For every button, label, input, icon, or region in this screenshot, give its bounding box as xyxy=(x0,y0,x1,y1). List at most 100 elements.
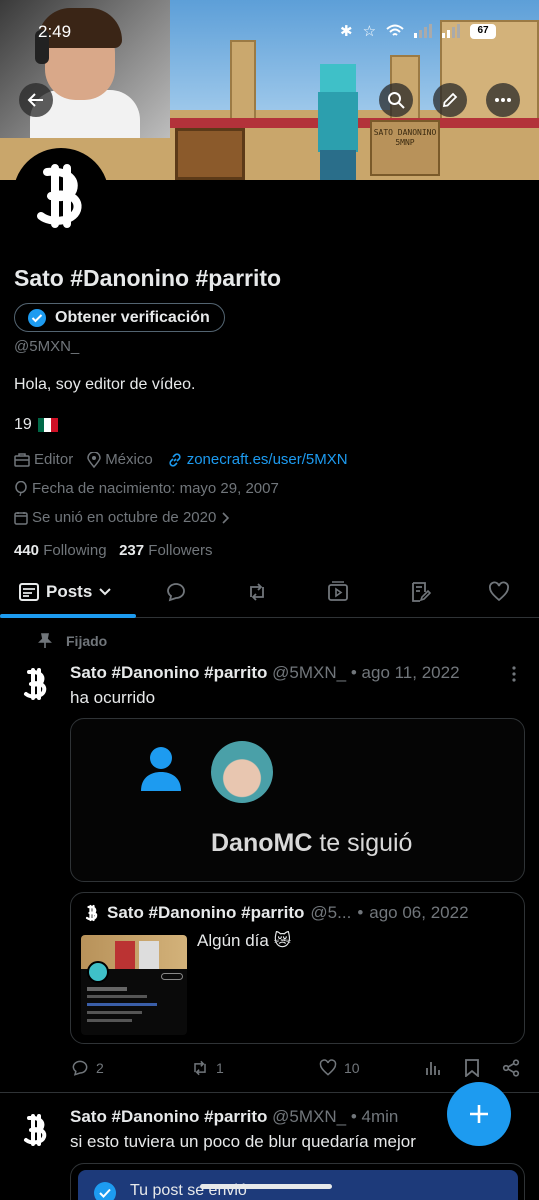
signal-icon-2 xyxy=(442,24,461,38)
tab-posts-label: Posts xyxy=(46,582,93,601)
posts-feed-icon xyxy=(19,583,39,601)
followers-count: 237 xyxy=(119,542,145,559)
profile-tabs: Posts xyxy=(0,572,539,618)
quote-avatar-icon xyxy=(85,904,98,922)
briefcase-icon xyxy=(14,452,30,467)
post-actions: 2 1 10 xyxy=(70,1056,530,1080)
follower-name: DanoMC xyxy=(211,829,313,857)
banner-character-head xyxy=(320,64,356,94)
profile-avatar[interactable] xyxy=(13,148,109,244)
quoted-post[interactable]: Sato #Danonino #parrito @5... • ago 06, … xyxy=(70,892,525,1044)
verified-badge-icon xyxy=(28,308,46,327)
thumb-avatar xyxy=(87,961,109,983)
quote-separator: • xyxy=(357,903,364,922)
share-button[interactable] xyxy=(502,1059,520,1077)
tab-media[interactable] xyxy=(326,580,350,604)
profile-birthday: Fecha de nacimiento: mayo 29, 2007 xyxy=(32,480,279,497)
check-circle-icon xyxy=(94,1182,116,1200)
profile-location: México xyxy=(105,451,153,468)
post-avatar[interactable] xyxy=(16,664,56,704)
signal-icon xyxy=(414,24,433,38)
location-pin-icon xyxy=(87,451,101,468)
search-button[interactable] xyxy=(379,83,413,117)
calendar-icon xyxy=(14,511,28,525)
back-button[interactable] xyxy=(19,83,53,117)
profile-meta-row: Editor México zonecraft.es/user/5MXN xyxy=(14,451,348,468)
balloon-icon xyxy=(15,480,27,496)
pencil-icon xyxy=(442,92,458,108)
banner-sign: SATO DANONINO 5MNP xyxy=(370,120,440,176)
quote-text: Algún día 😿 xyxy=(197,931,292,950)
post-text: ha ocurrido xyxy=(70,688,156,707)
search-icon xyxy=(388,92,405,109)
like-count: 10 xyxy=(344,1060,360,1076)
post-handle: @5MXN_ xyxy=(272,663,347,682)
follower-avatar xyxy=(211,741,273,803)
avatar-logo-icon xyxy=(37,164,82,228)
tab-likes[interactable] xyxy=(487,580,511,604)
home-indicator[interactable] xyxy=(200,1184,332,1189)
quote-handle: @5... xyxy=(310,903,352,922)
follow-notification: DanoMC te siguió xyxy=(211,829,412,858)
chevron-right-icon xyxy=(222,511,230,524)
mexico-flag-icon xyxy=(37,418,58,432)
age-value: 19 xyxy=(14,416,32,433)
more-options-button[interactable] xyxy=(486,83,520,117)
get-verified-button[interactable]: Obtener verificación xyxy=(14,303,225,332)
post-more-icon[interactable] xyxy=(512,666,516,682)
tab-reposts[interactable] xyxy=(245,580,269,604)
share-icon xyxy=(502,1059,520,1077)
following-count: 440 xyxy=(14,542,40,559)
post-author[interactable]: Sato #Danonino #parrito xyxy=(70,663,267,682)
chevron-down-icon xyxy=(99,588,112,596)
tab-posts[interactable]: Posts xyxy=(18,572,112,612)
avatar-logo-icon xyxy=(24,668,47,700)
banner-crafting-table xyxy=(175,128,245,180)
tab-articles[interactable] xyxy=(408,580,432,604)
following-label: Following xyxy=(43,542,107,559)
reply-button[interactable]: 2 xyxy=(70,1058,190,1078)
repost-button[interactable]: 1 xyxy=(190,1058,318,1078)
post-separator: • xyxy=(350,1107,362,1126)
bookmark-button[interactable] xyxy=(464,1059,502,1077)
follow-counts: 440 Following 237 Followers xyxy=(14,542,212,559)
thumb-line xyxy=(87,1019,132,1022)
pin-icon xyxy=(38,633,52,648)
repost-icon xyxy=(194,1060,206,1076)
post-text: si esto tuviera un poco de blur quedaría… xyxy=(70,1132,416,1151)
banner-pillar xyxy=(230,40,256,120)
follow-notification-text: te siguió xyxy=(319,829,413,857)
post-handle: @5MXN_ xyxy=(272,1107,347,1126)
battery-icon: 67 xyxy=(470,23,497,39)
post-header: Sato #Danonino #parrito @5MXN_ • 4min xyxy=(70,1107,398,1127)
post-media-image[interactable]: DanoMC te siguió xyxy=(70,718,525,882)
profile-handle: @5MXN_ xyxy=(14,338,80,355)
compose-post-button[interactable] xyxy=(447,1082,511,1146)
views-chart-icon xyxy=(426,1062,440,1075)
like-button[interactable]: 10 xyxy=(318,1058,424,1078)
post-avatar[interactable] xyxy=(16,1110,56,1150)
post-date: ago 11, 2022 xyxy=(361,663,460,682)
status-icons: ✱ ☆ 67 xyxy=(340,20,497,42)
followers-label: Followers xyxy=(148,542,213,559)
post-author[interactable]: Sato #Danonino #parrito xyxy=(70,1107,267,1126)
banner-webcam xyxy=(0,0,170,138)
back-arrow-icon xyxy=(27,93,43,107)
profile-birthday-row: Fecha de nacimiento: mayo 29, 2007 xyxy=(14,480,279,497)
reply-icon xyxy=(72,1060,88,1076)
edit-button[interactable] xyxy=(433,83,467,117)
profile-joined-row[interactable]: Se unió en octubre de 2020 xyxy=(14,509,230,526)
tab-replies[interactable] xyxy=(164,580,188,604)
following-link[interactable]: 440 Following xyxy=(14,542,107,559)
bluetooth-icon: ✱ xyxy=(340,23,353,40)
profile-website-link[interactable]: zonecraft.es/user/5MXN xyxy=(187,451,348,468)
more-icon xyxy=(495,98,511,102)
profile-joined: Se unió en octubre de 2020 xyxy=(32,509,217,526)
link-icon xyxy=(169,452,181,467)
thumb-line xyxy=(87,1003,157,1006)
views-button[interactable] xyxy=(424,1059,464,1077)
quote-date: ago 06, 2022 xyxy=(369,903,469,922)
thumb-button xyxy=(161,973,183,980)
followers-link[interactable]: 237 Followers xyxy=(119,542,212,559)
pinned-label: Fijado xyxy=(66,633,108,649)
